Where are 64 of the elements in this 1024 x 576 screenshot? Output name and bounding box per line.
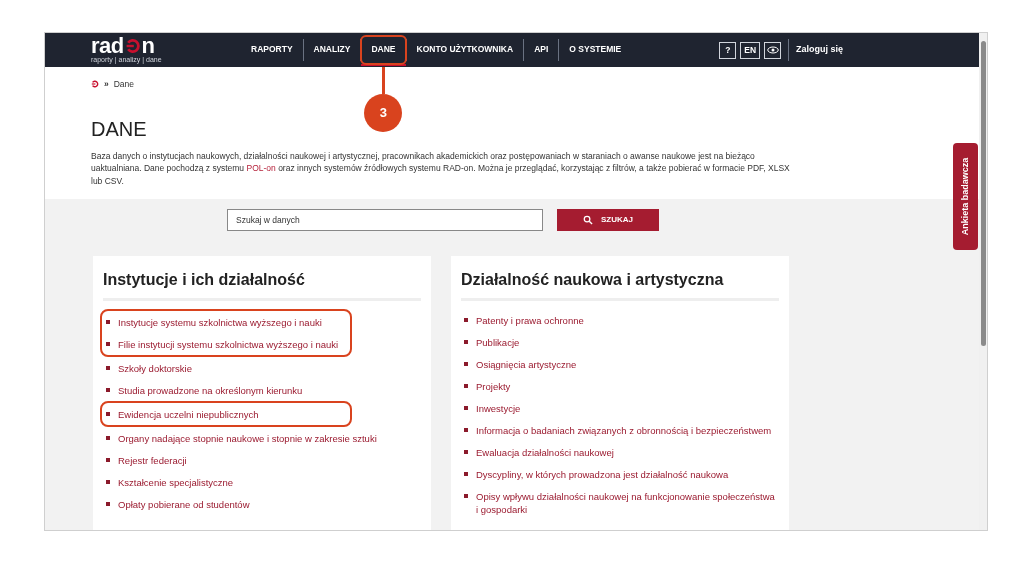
nav-link[interactable]: ANALIZY bbox=[303, 33, 361, 67]
bullet-icon bbox=[464, 449, 468, 454]
bullet-icon bbox=[106, 411, 110, 416]
bullet-icon bbox=[464, 427, 468, 432]
search-field[interactable]: Szukaj w danych bbox=[227, 209, 543, 232]
breadcrumb-current: Dane bbox=[113, 78, 135, 91]
callout-badge: 3 bbox=[364, 93, 403, 132]
search-icon bbox=[583, 215, 593, 226]
bullet-icon bbox=[106, 341, 110, 346]
nav-link[interactable]: DANE bbox=[361, 33, 406, 67]
bullet-icon bbox=[464, 317, 468, 322]
leader-line bbox=[381, 66, 385, 94]
data-link[interactable]: Studia prowadzone na określonym kierunku bbox=[118, 383, 303, 397]
logo-text: n bbox=[141, 36, 155, 56]
data-link[interactable]: Opisy wpływu działalności naukowej na funkcjonowanie społeczeństwa i gospodarki bbox=[476, 489, 779, 516]
login-link[interactable]: Zaloguj się bbox=[796, 43, 844, 57]
bullet-icon bbox=[106, 387, 110, 392]
bullet-icon bbox=[464, 471, 468, 476]
bullet-icon bbox=[106, 365, 110, 370]
bullet-icon bbox=[464, 405, 468, 410]
bullet-icon bbox=[464, 361, 468, 366]
header-button[interactable]: EN bbox=[740, 41, 761, 59]
data-link[interactable]: Publikacje bbox=[476, 335, 520, 349]
data-link[interactable]: Ewaluacja działalności naukowej bbox=[476, 445, 614, 459]
data-link[interactable]: Instytucje systemu szkolnictwa wyższego i nauki bbox=[118, 315, 322, 329]
bullet-icon bbox=[464, 339, 468, 344]
search-button[interactable]: SZUKAJ bbox=[557, 209, 659, 232]
data-link[interactable]: Inwestycje bbox=[476, 401, 521, 415]
nav-link[interactable]: RAPORTY bbox=[241, 33, 303, 67]
logo-text: rad bbox=[91, 36, 124, 56]
data-link[interactable]: Informacja o badaniach związanych z obronnością i bezpieczeństwem bbox=[476, 423, 772, 437]
data-link[interactable]: Opłaty pobierane od studentów bbox=[118, 497, 250, 511]
survey-side-tab[interactable]: Ankieta badawcza bbox=[953, 143, 978, 250]
bullet-icon bbox=[106, 479, 110, 484]
data-link[interactable]: Dyscypliny, w których prowadzona jest działalność naukowa bbox=[476, 467, 729, 481]
bullet-icon bbox=[106, 501, 110, 506]
data-link[interactable]: Ewidencja uczelni niepublicznych bbox=[118, 407, 259, 421]
logo-mark-icon bbox=[91, 80, 99, 89]
bullet-icon bbox=[464, 493, 468, 498]
nav-link[interactable]: KONTO UŻYTKOWNIKA bbox=[406, 33, 524, 67]
bullet-icon bbox=[106, 319, 110, 324]
data-link[interactable]: Filie instytucji systemu szkolnictwa wyższego i nauki bbox=[118, 337, 339, 351]
data-link[interactable]: Rejestr federacji bbox=[118, 453, 187, 467]
contrast-button[interactable] bbox=[764, 41, 782, 59]
nav-link[interactable]: O SYSTEMIE bbox=[559, 33, 632, 67]
bullet-icon bbox=[464, 383, 468, 388]
data-link[interactable]: Patenty i prawa ochronne bbox=[476, 313, 584, 327]
nav-link[interactable]: API bbox=[524, 33, 559, 67]
data-link[interactable]: Osiągnięcia artystyczne bbox=[476, 357, 577, 371]
pol-on-link[interactable]: POL-on bbox=[246, 163, 276, 174]
data-link[interactable]: Szkoły doktorskie bbox=[118, 361, 192, 375]
bullet-icon bbox=[106, 435, 110, 440]
data-link[interactable]: Kształcenie specjalistyczne bbox=[118, 475, 234, 489]
card-title: Działalność naukowa i artystyczna bbox=[461, 268, 779, 302]
eye-icon bbox=[766, 46, 779, 54]
header-button[interactable]: ? bbox=[719, 41, 737, 59]
data-link[interactable]: Projekty bbox=[476, 379, 511, 393]
page-title: DANE bbox=[90, 116, 148, 141]
bullet-icon bbox=[106, 457, 110, 462]
intro-paragraph: Baza danych o instytucjach naukowych, działalności naukowej i artystycznej, pracownikach akademickich oraz postępowaniach w staraniach o awanse naukowe jest na bieżąco uaktualniana. Dane pochodzą z systemu POL-on oraz innych systemów źródłowych systemu RAD-on. Można je przeglądać, korzystając z filtrów, a także pobierać w formacie PDF, XLSX lub CSV. bbox=[91, 149, 791, 188]
breadcrumb-separator: » bbox=[104, 78, 109, 91]
data-link[interactable]: Organy nadające stopnie naukowe i stopnie w zakresie sztuki bbox=[118, 431, 377, 445]
card-title: Instytucje i ich działalność bbox=[103, 268, 421, 302]
logo-mark-icon bbox=[124, 38, 141, 54]
